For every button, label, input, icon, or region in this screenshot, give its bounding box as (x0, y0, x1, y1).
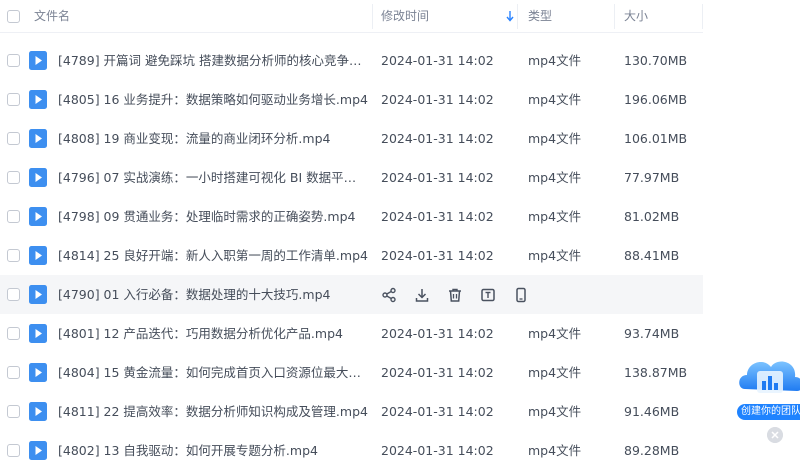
file-type: mp4文件 (528, 326, 582, 341)
file-modified-time: 2024-01-31 14:02 (381, 326, 494, 341)
file-type: mp4文件 (528, 131, 582, 146)
file-name[interactable]: [4802] 13 自我驱动：如何开展专题分析.mp4 (58, 431, 368, 470)
video-file-icon (29, 402, 47, 421)
file-name[interactable]: [4811] 22 提高效率：数据分析师知识构成及管理.mp4 (58, 392, 368, 431)
file-modified-time: 2024-01-31 14:02 (381, 131, 494, 146)
select-all-checkbox[interactable] (7, 10, 20, 23)
table-row[interactable]: [4789] 开篇词 避免踩坑 搭建数据分析师的核心竞争力.... 2024-0… (0, 41, 703, 80)
column-divider[interactable] (517, 4, 518, 29)
column-divider[interactable] (614, 4, 615, 29)
file-modified-time: 2024-01-31 14:02 (381, 248, 494, 263)
table-row[interactable]: [4802] 13 自我驱动：如何开展专题分析.mp4 2024-01-31 1… (0, 431, 703, 470)
file-modified-time: 2024-01-31 14:02 (381, 365, 494, 380)
row-checkbox[interactable] (7, 405, 20, 418)
file-type: mp4文件 (528, 92, 582, 107)
file-name[interactable]: [4808] 19 商业变现：流量的商业闭环分析.mp4 (58, 119, 368, 158)
video-file-icon (29, 246, 47, 265)
file-type: mp4文件 (528, 170, 582, 185)
table-row[interactable]: [4814] 25 良好开端：新人入职第一周的工作清单.mp4 2024-01-… (0, 236, 703, 275)
file-table: 文件名 修改时间 类型 大小 [4789] 开篇词 避免踩坑 搭建数据分析师的核… (0, 0, 800, 471)
file-name[interactable]: [4814] 25 良好开端：新人入职第一周的工作清单.mp4 (58, 236, 368, 275)
file-modified-time: 2024-01-31 14:02 (381, 53, 494, 68)
table-row-hovered[interactable]: [4790] 01 入行必备：数据处理的十大技巧.mp4 (0, 275, 703, 314)
column-header-type[interactable]: 类型 (528, 0, 552, 33)
file-size: 89.28MB (624, 443, 680, 458)
sort-desc-icon[interactable] (505, 10, 515, 22)
file-type: mp4文件 (528, 248, 582, 263)
video-file-icon (29, 324, 47, 343)
row-checkbox[interactable] (7, 444, 20, 457)
file-type: mp4文件 (528, 209, 582, 224)
file-name[interactable]: [4804] 15 黄金流量：如何完成首页入口资源位最大价值... (58, 353, 368, 392)
file-size: 91.46MB (624, 404, 680, 419)
file-type: mp4文件 (528, 404, 582, 419)
file-type: mp4文件 (528, 443, 582, 458)
file-name[interactable]: [4790] 01 入行必备：数据处理的十大技巧.mp4 (58, 275, 368, 314)
row-checkbox[interactable] (7, 54, 20, 67)
video-file-icon (29, 129, 47, 148)
table-row[interactable]: [4811] 22 提高效率：数据分析师知识构成及管理.mp4 2024-01-… (0, 392, 703, 431)
table-header: 文件名 修改时间 类型 大小 (0, 0, 703, 33)
video-file-icon (29, 441, 47, 460)
row-checkbox[interactable] (7, 93, 20, 106)
file-modified-time: 2024-01-31 14:02 (381, 404, 494, 419)
table-row[interactable]: [4796] 07 实战演练：一小时搭建可视化 BI 数据平台.m... 202… (0, 158, 703, 197)
column-header-size[interactable]: 大小 (624, 0, 648, 33)
file-type: mp4文件 (528, 365, 582, 380)
file-size: 130.70MB (624, 53, 688, 68)
file-size: 93.74MB (624, 326, 680, 341)
row-checkbox[interactable] (7, 210, 20, 223)
table-row[interactable]: [4805] 16 业务提升：数据策略如何驱动业务增长.mp4 2024-01-… (0, 80, 703, 119)
mobile-icon[interactable] (513, 287, 529, 303)
column-header-time[interactable]: 修改时间 (381, 0, 429, 33)
video-file-icon (29, 168, 47, 187)
file-modified-time: 2024-01-31 14:02 (381, 209, 494, 224)
rename-icon[interactable] (480, 287, 496, 303)
row-checkbox[interactable] (7, 132, 20, 145)
file-modified-time: 2024-01-31 14:02 (381, 92, 494, 107)
file-type: mp4文件 (528, 53, 582, 68)
row-checkbox[interactable] (7, 171, 20, 184)
video-file-icon (29, 363, 47, 382)
create-team-promo-label[interactable]: 创建你的团队 (737, 404, 800, 420)
file-size: 88.41MB (624, 248, 680, 263)
video-file-icon (29, 207, 47, 226)
column-divider[interactable] (702, 4, 703, 29)
column-header-name[interactable]: 文件名 (34, 0, 70, 33)
table-row[interactable]: [4804] 15 黄金流量：如何完成首页入口资源位最大价值... 2024-0… (0, 353, 703, 392)
row-checkbox[interactable] (7, 288, 20, 301)
file-size: 81.02MB (624, 209, 680, 224)
video-file-icon (29, 90, 47, 109)
file-name[interactable]: [4796] 07 实战演练：一小时搭建可视化 BI 数据平台.m... (58, 158, 368, 197)
file-modified-time: 2024-01-31 14:02 (381, 443, 494, 458)
file-name[interactable]: [4805] 16 业务提升：数据策略如何驱动业务增长.mp4 (58, 80, 368, 119)
file-size: 196.06MB (624, 92, 688, 107)
video-file-icon (29, 51, 47, 70)
table-row[interactable]: [4801] 12 产品迭代：巧用数据分析优化产品.mp4 2024-01-31… (0, 314, 703, 353)
share-icon[interactable] (381, 287, 397, 303)
video-file-icon (29, 285, 47, 304)
table-row[interactable]: [4798] 09 贯通业务：处理临时需求的正确姿势.mp4 2024-01-3… (0, 197, 703, 236)
close-icon[interactable] (767, 427, 783, 443)
file-size: 138.87MB (624, 365, 688, 380)
column-divider[interactable] (372, 4, 373, 29)
file-modified-time: 2024-01-31 14:02 (381, 170, 494, 185)
delete-icon[interactable] (447, 287, 463, 303)
file-size: 106.01MB (624, 131, 688, 146)
row-checkbox[interactable] (7, 327, 20, 340)
row-checkbox[interactable] (7, 366, 20, 379)
download-icon[interactable] (414, 287, 430, 303)
table-row[interactable]: [4808] 19 商业变现：流量的商业闭环分析.mp4 2024-01-31 … (0, 119, 703, 158)
file-size: 77.97MB (624, 170, 680, 185)
file-name[interactable]: [4801] 12 产品迭代：巧用数据分析优化产品.mp4 (58, 314, 368, 353)
file-name[interactable]: [4789] 开篇词 避免踩坑 搭建数据分析师的核心竞争力.... (58, 41, 368, 80)
row-checkbox[interactable] (7, 249, 20, 262)
file-name[interactable]: [4798] 09 贯通业务：处理临时需求的正确姿势.mp4 (58, 197, 368, 236)
